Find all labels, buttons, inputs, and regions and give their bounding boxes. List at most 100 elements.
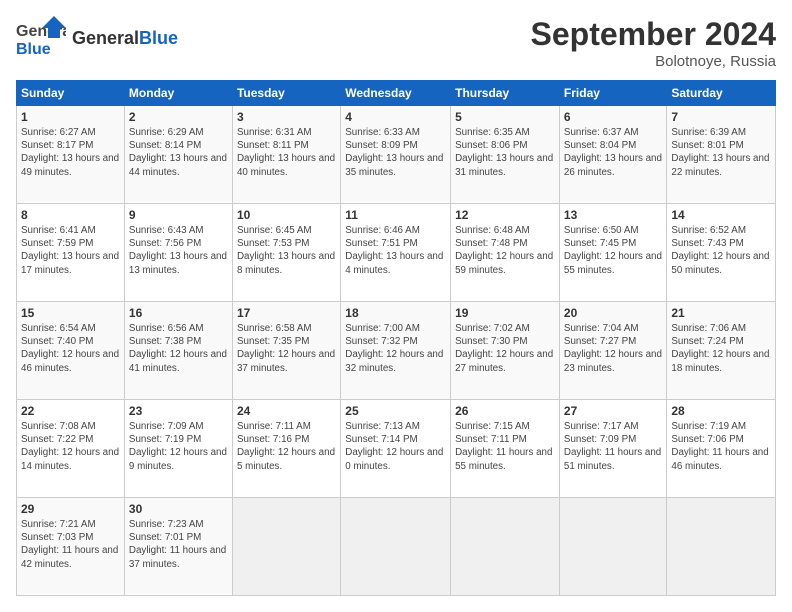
day-detail: Sunrise: 7:13 AMSunset: 7:14 PMDaylight:…: [345, 420, 446, 473]
calendar: SundayMondayTuesdayWednesdayThursdayFrid…: [16, 80, 776, 596]
day-detail: Sunrise: 6:27 AMSunset: 8:17 PMDaylight:…: [21, 126, 120, 179]
calendar-cell: 22 Sunrise: 7:08 AMSunset: 7:22 PMDaylig…: [17, 400, 125, 498]
day-number: 4: [345, 110, 446, 124]
day-number: 25: [345, 404, 446, 418]
day-detail: Sunrise: 6:41 AMSunset: 7:59 PMDaylight:…: [21, 224, 120, 277]
day-detail: Sunrise: 6:52 AMSunset: 7:43 PMDaylight:…: [671, 224, 771, 277]
calendar-cell: 29 Sunrise: 7:21 AMSunset: 7:03 PMDaylig…: [17, 498, 125, 596]
calendar-cell: 26 Sunrise: 7:15 AMSunset: 7:11 PMDaylig…: [451, 400, 560, 498]
day-number: 12: [455, 208, 555, 222]
day-number: 22: [21, 404, 120, 418]
day-number: 6: [564, 110, 662, 124]
calendar-cell: [232, 498, 340, 596]
day-number: 5: [455, 110, 555, 124]
week-row-4: 22 Sunrise: 7:08 AMSunset: 7:22 PMDaylig…: [17, 400, 776, 498]
calendar-cell: 8 Sunrise: 6:41 AMSunset: 7:59 PMDayligh…: [17, 204, 125, 302]
day-detail: Sunrise: 6:33 AMSunset: 8:09 PMDaylight:…: [345, 126, 446, 179]
calendar-cell: 2 Sunrise: 6:29 AMSunset: 8:14 PMDayligh…: [124, 106, 232, 204]
day-detail: Sunrise: 6:54 AMSunset: 7:40 PMDaylight:…: [21, 322, 120, 375]
calendar-cell: 19 Sunrise: 7:02 AMSunset: 7:30 PMDaylig…: [451, 302, 560, 400]
calendar-cell: 1 Sunrise: 6:27 AMSunset: 8:17 PMDayligh…: [17, 106, 125, 204]
day-detail: Sunrise: 7:19 AMSunset: 7:06 PMDaylight:…: [671, 420, 771, 473]
day-number: 13: [564, 208, 662, 222]
day-detail: Sunrise: 6:29 AMSunset: 8:14 PMDaylight:…: [129, 126, 228, 179]
day-number: 20: [564, 306, 662, 320]
calendar-cell: 6 Sunrise: 6:37 AMSunset: 8:04 PMDayligh…: [559, 106, 666, 204]
day-number: 23: [129, 404, 228, 418]
day-detail: Sunrise: 7:09 AMSunset: 7:19 PMDaylight:…: [129, 420, 228, 473]
logo-icon: General Blue: [16, 16, 66, 61]
day-detail: Sunrise: 7:08 AMSunset: 7:22 PMDaylight:…: [21, 420, 120, 473]
day-detail: Sunrise: 7:23 AMSunset: 7:01 PMDaylight:…: [129, 518, 228, 571]
day-detail: Sunrise: 7:04 AMSunset: 7:27 PMDaylight:…: [564, 322, 662, 375]
header-day-monday: Monday: [124, 81, 232, 106]
svg-text:Blue: Blue: [16, 41, 51, 58]
logo-text: GeneralBlue: [72, 29, 178, 49]
day-detail: Sunrise: 6:45 AMSunset: 7:53 PMDaylight:…: [237, 224, 336, 277]
day-number: 17: [237, 306, 336, 320]
header-day-thursday: Thursday: [451, 81, 560, 106]
calendar-cell: [341, 498, 451, 596]
calendar-cell: 12 Sunrise: 6:48 AMSunset: 7:48 PMDaylig…: [451, 204, 560, 302]
day-number: 15: [21, 306, 120, 320]
day-number: 19: [455, 306, 555, 320]
header: General Blue GeneralBlue September 2024 …: [16, 16, 776, 70]
day-detail: Sunrise: 7:11 AMSunset: 7:16 PMDaylight:…: [237, 420, 336, 473]
day-detail: Sunrise: 7:15 AMSunset: 7:11 PMDaylight:…: [455, 420, 555, 473]
calendar-cell: 20 Sunrise: 7:04 AMSunset: 7:27 PMDaylig…: [559, 302, 666, 400]
day-detail: Sunrise: 6:56 AMSunset: 7:38 PMDaylight:…: [129, 322, 228, 375]
day-number: 11: [345, 208, 446, 222]
header-day-tuesday: Tuesday: [232, 81, 340, 106]
calendar-cell: 9 Sunrise: 6:43 AMSunset: 7:56 PMDayligh…: [124, 204, 232, 302]
day-detail: Sunrise: 6:35 AMSunset: 8:06 PMDaylight:…: [455, 126, 555, 179]
day-number: 3: [237, 110, 336, 124]
calendar-cell: 5 Sunrise: 6:35 AMSunset: 8:06 PMDayligh…: [451, 106, 560, 204]
calendar-cell: 24 Sunrise: 7:11 AMSunset: 7:16 PMDaylig…: [232, 400, 340, 498]
calendar-cell: 27 Sunrise: 7:17 AMSunset: 7:09 PMDaylig…: [559, 400, 666, 498]
calendar-cell: 4 Sunrise: 6:33 AMSunset: 8:09 PMDayligh…: [341, 106, 451, 204]
day-detail: Sunrise: 6:46 AMSunset: 7:51 PMDaylight:…: [345, 224, 446, 277]
day-number: 10: [237, 208, 336, 222]
calendar-cell: 16 Sunrise: 6:56 AMSunset: 7:38 PMDaylig…: [124, 302, 232, 400]
header-row: SundayMondayTuesdayWednesdayThursdayFrid…: [17, 81, 776, 106]
calendar-cell: 17 Sunrise: 6:58 AMSunset: 7:35 PMDaylig…: [232, 302, 340, 400]
calendar-cell: 10 Sunrise: 6:45 AMSunset: 7:53 PMDaylig…: [232, 204, 340, 302]
calendar-body: 1 Sunrise: 6:27 AMSunset: 8:17 PMDayligh…: [17, 106, 776, 596]
calendar-cell: 23 Sunrise: 7:09 AMSunset: 7:19 PMDaylig…: [124, 400, 232, 498]
calendar-cell: 7 Sunrise: 6:39 AMSunset: 8:01 PMDayligh…: [667, 106, 776, 204]
day-number: 27: [564, 404, 662, 418]
logo: General Blue GeneralBlue: [16, 16, 178, 61]
page: General Blue GeneralBlue September 2024 …: [0, 0, 792, 612]
day-number: 7: [671, 110, 771, 124]
day-detail: Sunrise: 6:48 AMSunset: 7:48 PMDaylight:…: [455, 224, 555, 277]
day-number: 29: [21, 502, 120, 516]
week-row-3: 15 Sunrise: 6:54 AMSunset: 7:40 PMDaylig…: [17, 302, 776, 400]
calendar-cell: 21 Sunrise: 7:06 AMSunset: 7:24 PMDaylig…: [667, 302, 776, 400]
day-number: 30: [129, 502, 228, 516]
calendar-cell: [559, 498, 666, 596]
day-detail: Sunrise: 6:43 AMSunset: 7:56 PMDaylight:…: [129, 224, 228, 277]
calendar-cell: [667, 498, 776, 596]
day-detail: Sunrise: 6:31 AMSunset: 8:11 PMDaylight:…: [237, 126, 336, 179]
header-day-wednesday: Wednesday: [341, 81, 451, 106]
day-number: 16: [129, 306, 228, 320]
day-number: 1: [21, 110, 120, 124]
location: Bolotnoye, Russia: [531, 53, 776, 70]
month-title: September 2024: [531, 16, 776, 53]
day-number: 18: [345, 306, 446, 320]
calendar-cell: 14 Sunrise: 6:52 AMSunset: 7:43 PMDaylig…: [667, 204, 776, 302]
calendar-cell: 13 Sunrise: 6:50 AMSunset: 7:45 PMDaylig…: [559, 204, 666, 302]
header-day-friday: Friday: [559, 81, 666, 106]
day-detail: Sunrise: 7:06 AMSunset: 7:24 PMDaylight:…: [671, 322, 771, 375]
calendar-cell: 25 Sunrise: 7:13 AMSunset: 7:14 PMDaylig…: [341, 400, 451, 498]
week-row-1: 1 Sunrise: 6:27 AMSunset: 8:17 PMDayligh…: [17, 106, 776, 204]
day-number: 26: [455, 404, 555, 418]
calendar-cell: 3 Sunrise: 6:31 AMSunset: 8:11 PMDayligh…: [232, 106, 340, 204]
day-number: 9: [129, 208, 228, 222]
calendar-cell: 11 Sunrise: 6:46 AMSunset: 7:51 PMDaylig…: [341, 204, 451, 302]
week-row-2: 8 Sunrise: 6:41 AMSunset: 7:59 PMDayligh…: [17, 204, 776, 302]
day-number: 21: [671, 306, 771, 320]
calendar-cell: [451, 498, 560, 596]
day-detail: Sunrise: 6:37 AMSunset: 8:04 PMDaylight:…: [564, 126, 662, 179]
day-detail: Sunrise: 6:50 AMSunset: 7:45 PMDaylight:…: [564, 224, 662, 277]
